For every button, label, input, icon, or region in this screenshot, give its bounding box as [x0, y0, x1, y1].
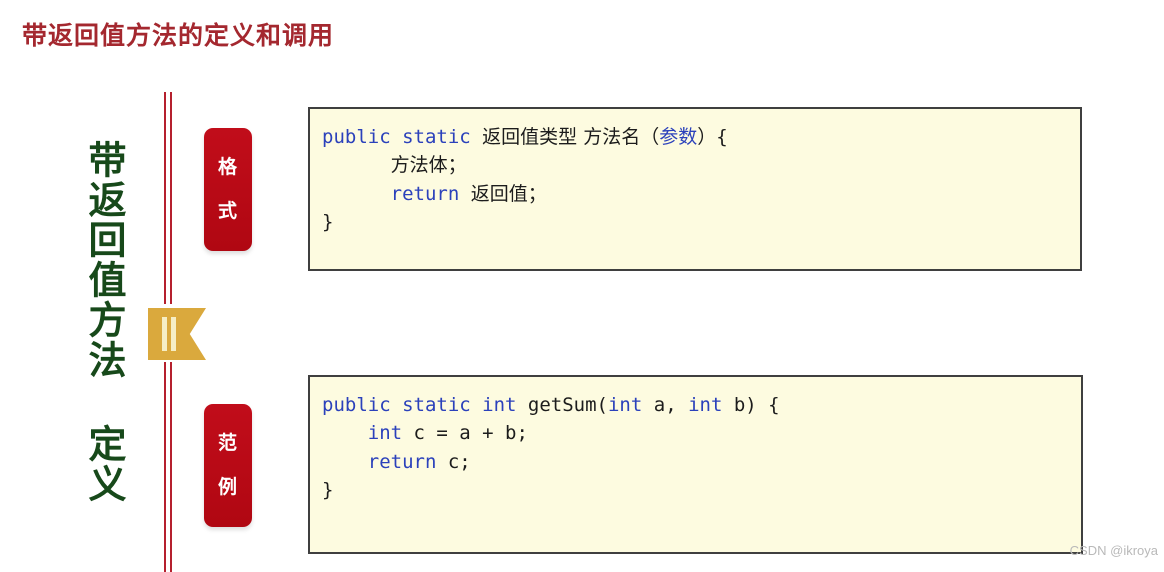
- code-token: int: [688, 394, 723, 416]
- code-token: b) {: [722, 394, 780, 416]
- code-token: return: [367, 450, 437, 473]
- ribbon-stripe-right: [171, 317, 176, 351]
- ribbon-stripe-left: [162, 317, 167, 351]
- code-token: }: [322, 210, 334, 233]
- code-token: a,: [642, 394, 689, 416]
- code-token: c;: [436, 450, 471, 473]
- code-line: public static int getSum(int a, int b) {: [322, 391, 1069, 419]
- badge-format-char-2: 式: [217, 200, 238, 222]
- code-token: 方法体；: [390, 154, 467, 177]
- badge-example-char-1: 范: [217, 433, 238, 455]
- code-line: return 返回值；: [322, 180, 1068, 208]
- badge-example-char-2: 例: [217, 476, 238, 498]
- code-token: 返回值类型 方法名（: [482, 126, 660, 148]
- code-line: }: [322, 208, 1068, 236]
- code-line: public static 返回值类型 方法名（参数）{: [322, 123, 1068, 151]
- code-token: int: [607, 394, 643, 416]
- badge-format: 格 式: [204, 128, 252, 251]
- badge-format-char-1: 格: [217, 157, 238, 179]
- code-block-example: public static int getSum(int a, int b) {…: [308, 375, 1083, 554]
- code-line: 方法体；: [322, 151, 1068, 179]
- code-token: public static int: [322, 394, 528, 416]
- vertical-double-rule-bottom: [164, 362, 173, 572]
- badge-example: 范 例: [204, 404, 252, 527]
- gold-ribbon-divider: [148, 308, 206, 360]
- code-block-format-syntax: public static 返回值类型 方法名（参数）{ 方法体； return…: [308, 107, 1082, 271]
- code-token: {: [716, 126, 728, 148]
- vertical-double-rule-top: [164, 92, 173, 304]
- code-token: return: [390, 182, 471, 205]
- code-token: c = a + b;: [402, 422, 528, 445]
- code-line: int c = a + b;: [322, 419, 1069, 447]
- code-token: }: [322, 478, 334, 501]
- code-line: return c;: [322, 448, 1069, 476]
- watermark: CSDN @ikroya: [1069, 543, 1158, 558]
- slide-canvas: 带返回值方法的定义和调用 带返回值方法 定义 格 式 范 例 public st…: [0, 0, 1164, 572]
- code-token: ）: [697, 126, 717, 148]
- code-token: 参数: [659, 126, 698, 148]
- code-token: int: [367, 422, 403, 445]
- code-token: public static: [322, 126, 483, 148]
- vertical-section-label: 带返回值方法 定义: [82, 140, 124, 504]
- code-token: 返回值；: [470, 182, 547, 205]
- code-token: getSum(: [527, 394, 608, 416]
- code-line: }: [322, 476, 1069, 504]
- page-title: 带返回值方法的定义和调用: [22, 22, 335, 50]
